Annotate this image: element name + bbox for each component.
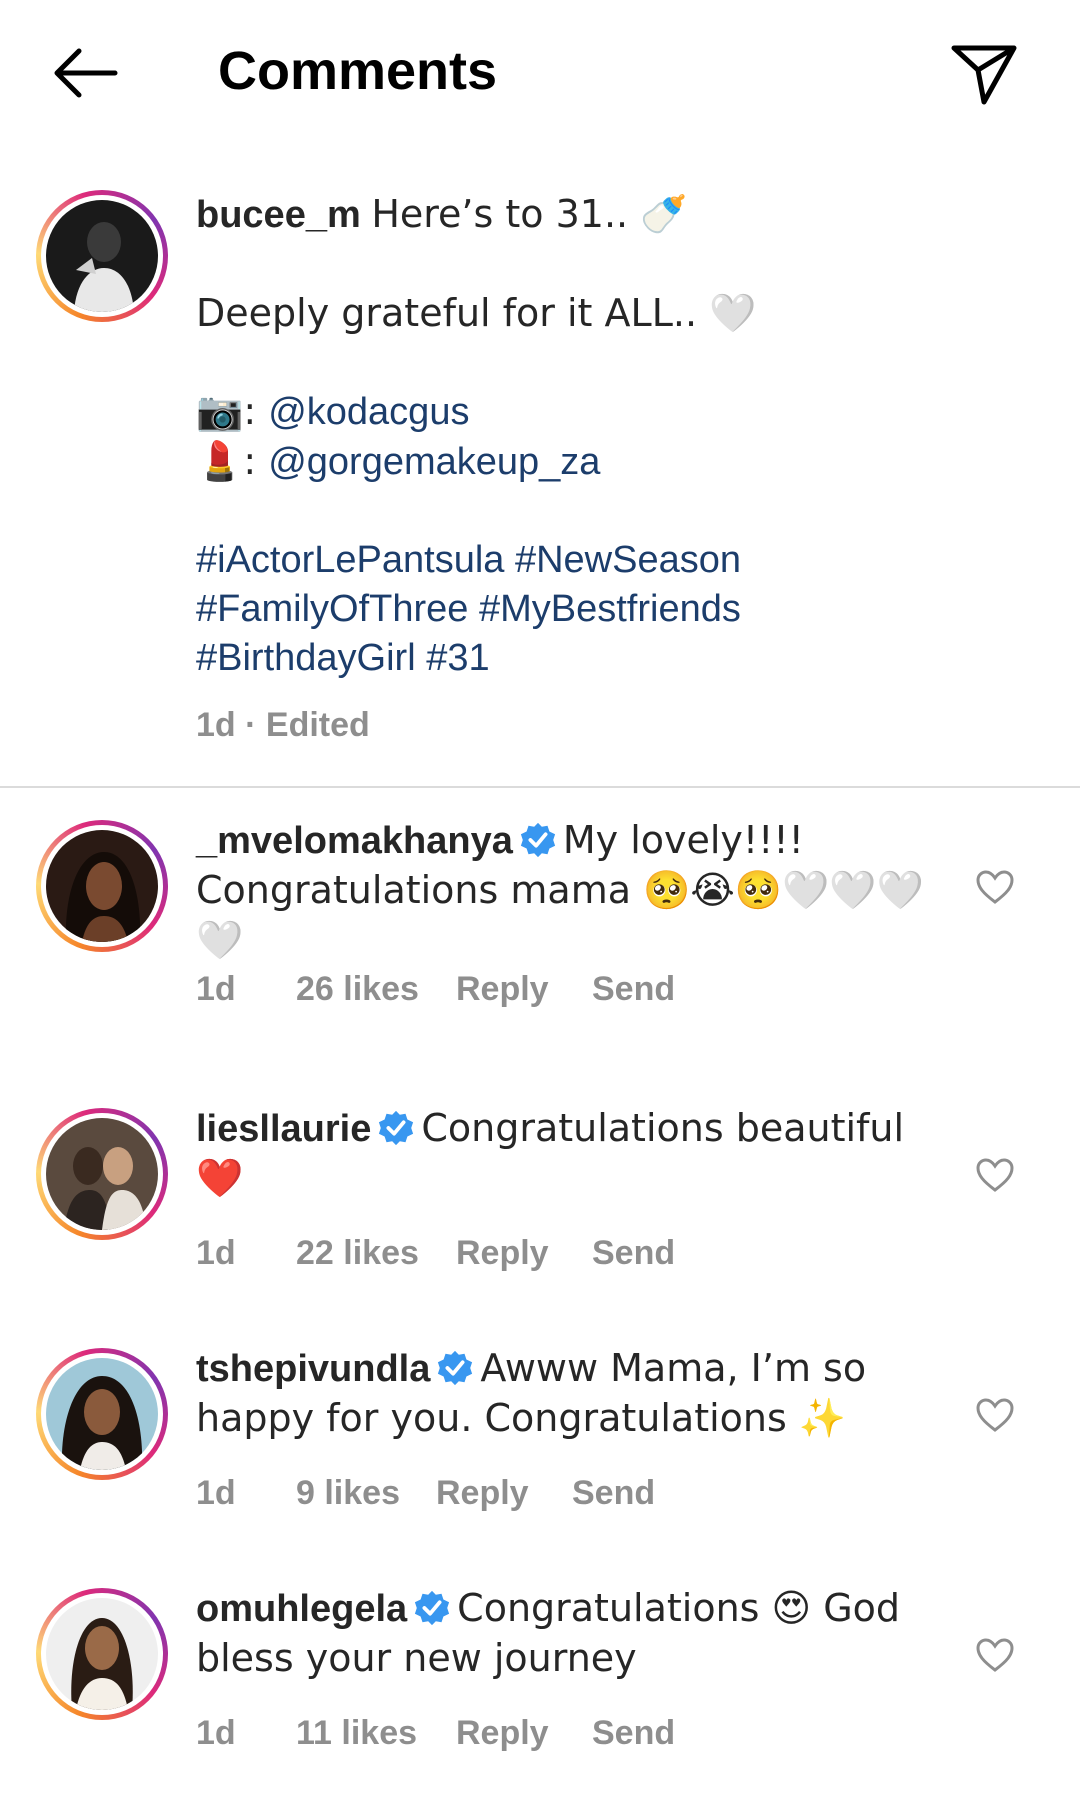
heart-outline-icon xyxy=(976,870,1014,904)
back-button[interactable] xyxy=(40,38,130,108)
commenter-photo xyxy=(46,830,158,942)
likes-count[interactable]: 22 likes xyxy=(296,1234,456,1273)
comment-body: liesllaurie Congratulations beautiful ❤️ xyxy=(196,1104,956,1204)
comment-time: 1d xyxy=(196,1234,236,1272)
comment-body: omuhlegela Congratulations 😍 God bless yo… xyxy=(196,1584,956,1684)
commenter-avatar[interactable] xyxy=(36,1588,168,1720)
commenter-photo xyxy=(46,1118,158,1230)
verified-badge-icon xyxy=(415,1590,450,1626)
comment-meta: 1d 11 likes Reply Send xyxy=(196,1714,675,1753)
comment-time: 1d xyxy=(196,1714,236,1752)
share-button[interactable] xyxy=(945,34,1025,114)
send-button[interactable]: Send xyxy=(572,1474,655,1513)
hashtags-line-3[interactable]: #BirthdayGirl #31 xyxy=(196,634,1016,683)
page-title: Comments xyxy=(218,41,498,101)
mention-makeup[interactable]: @gorgemakeup_za xyxy=(268,441,600,483)
commenter-avatar[interactable] xyxy=(36,1108,168,1240)
likes-count[interactable]: 9 likes xyxy=(296,1474,436,1513)
comment-meta: 1d 9 likes Reply Send xyxy=(196,1474,655,1513)
mention-photographer[interactable]: @kodacgus xyxy=(268,391,469,433)
like-button[interactable] xyxy=(970,1150,1020,1200)
commenter-username[interactable]: tshepivundla xyxy=(196,1348,430,1390)
top-bar: Comments xyxy=(0,0,1080,150)
commenter-photo xyxy=(46,1598,158,1710)
author-username[interactable]: bucee_m xyxy=(196,194,361,236)
commenter-avatar[interactable] xyxy=(36,1348,168,1480)
comment-time: 1d xyxy=(196,970,236,1008)
commenter-photo xyxy=(46,1358,158,1470)
likes-count[interactable]: 11 likes xyxy=(296,1714,456,1753)
hashtags-line-1[interactable]: #iActorLePantsula #NewSeason xyxy=(196,536,1016,585)
caption-line-1: Here’s to 31.. 🍼 xyxy=(371,192,688,236)
author-avatar[interactable] xyxy=(36,190,168,322)
heart-outline-icon xyxy=(976,1398,1014,1432)
heart-outline-icon xyxy=(976,1158,1014,1192)
likes-count[interactable]: 26 likes xyxy=(296,970,456,1009)
commenter-username[interactable]: liesllaurie xyxy=(196,1108,371,1150)
comment-time: 1d xyxy=(196,1474,236,1512)
reply-button[interactable]: Reply xyxy=(456,1714,592,1753)
verified-badge-icon xyxy=(438,1350,473,1386)
send-button[interactable]: Send xyxy=(592,1714,675,1753)
post-caption: bucee_m Here’s to 31.. 🍼 Deeply grateful… xyxy=(196,190,1016,683)
caption-meta: 1d · Edited xyxy=(196,706,370,744)
comment-body: _mvelomakhanya My lovely!!!! Congratulati… xyxy=(196,816,956,966)
comment-meta: 1d 22 likes Reply Send xyxy=(196,1234,675,1273)
divider xyxy=(0,786,1080,788)
camera-prefix: 📷: xyxy=(196,389,269,433)
reply-button[interactable]: Reply xyxy=(436,1474,572,1513)
commenter-username[interactable]: omuhlegela xyxy=(196,1588,407,1630)
verified-badge-icon xyxy=(379,1110,414,1146)
like-button[interactable] xyxy=(970,1390,1020,1440)
like-button[interactable] xyxy=(970,1630,1020,1680)
verified-badge-icon xyxy=(520,822,555,858)
send-button[interactable]: Send xyxy=(592,1234,675,1273)
heart-outline-icon xyxy=(976,1638,1014,1672)
author-photo xyxy=(46,200,158,312)
reply-button[interactable]: Reply xyxy=(456,970,592,1009)
commenter-avatar[interactable] xyxy=(36,820,168,952)
reply-button[interactable]: Reply xyxy=(456,1234,592,1273)
lipstick-prefix: 💄: xyxy=(196,439,269,483)
commenter-username[interactable]: _mvelomakhanya xyxy=(196,820,513,862)
comment-body: tshepivundla Awww Mama, I’m so happy for … xyxy=(196,1344,956,1444)
like-button[interactable] xyxy=(970,862,1020,912)
send-button[interactable]: Send xyxy=(592,970,675,1009)
caption-line-2: Deeply grateful for it ALL.. 🤍 xyxy=(196,291,757,335)
comment-meta: 1d 26 likes Reply Send xyxy=(196,970,675,1009)
hashtags-line-2[interactable]: #FamilyOfThree #MyBestfriends xyxy=(196,585,1016,634)
paper-plane-icon xyxy=(951,45,1017,105)
arrow-left-icon xyxy=(54,48,118,98)
